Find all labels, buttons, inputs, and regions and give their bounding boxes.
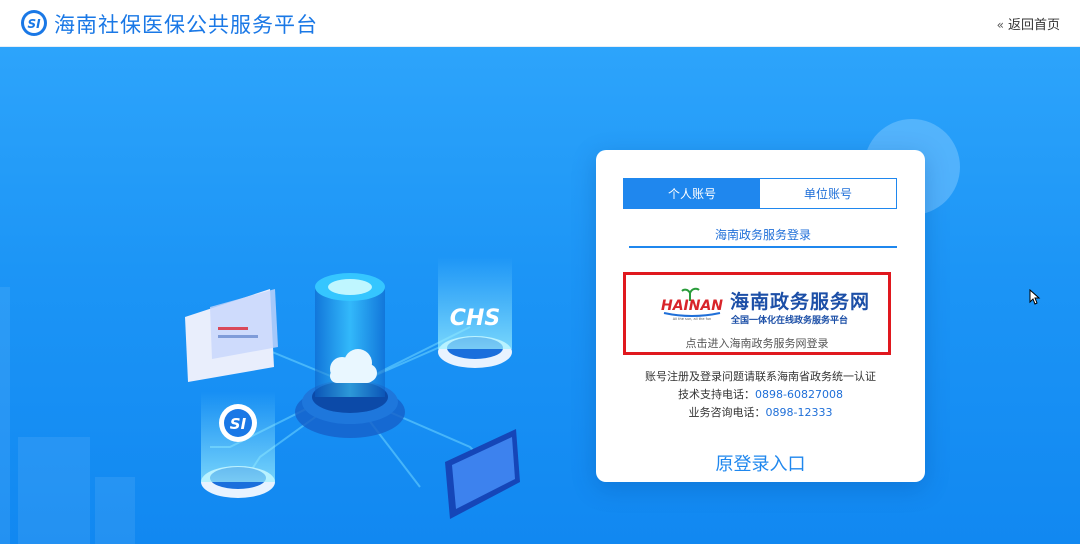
mouse-cursor-icon	[1029, 289, 1041, 305]
decorative-building	[95, 477, 135, 544]
gov-platform-subtitle: 全国一体化在线政务服务平台	[731, 316, 849, 326]
tab-organization-account[interactable]: 单位账号	[760, 179, 896, 208]
si-logo-icon: SI	[21, 10, 47, 36]
business-label: 业务咨询电话：	[688, 406, 766, 419]
decorative-building	[0, 287, 10, 544]
platform-illustration: CHS SI	[185, 257, 520, 519]
notice-text: 账号注册及登录问题请联系海南省政务统一认证	[645, 370, 876, 383]
gov-login-tab-label[interactable]: 海南政务服务登录	[629, 226, 897, 243]
original-login-link[interactable]: 原登录入口	[596, 450, 925, 476]
business-line: 业务咨询电话：0898-12333	[596, 404, 925, 422]
hero-banner: CHS SI 个人账号 单位账号 海南政务服务登录 HAINAN All the…	[0, 47, 1080, 544]
hainan-logo-text: HAINAN	[661, 298, 723, 314]
tab-personal-account[interactable]: 个人账号	[624, 179, 760, 208]
hainan-gov-login-button[interactable]: HAINAN All the sun, all the fun 海南政务服务网 …	[623, 272, 891, 355]
back-home-link[interactable]: «返回首页	[997, 14, 1060, 33]
gov-platform-name: 海南政务服务网	[730, 291, 871, 313]
top-header: SI 海南社保医保公共服务平台 «返回首页	[0, 0, 1080, 47]
contact-notice: 账号注册及登录问题请联系海南省政务统一认证 技术支持电话：0898-608270…	[596, 368, 925, 422]
tech-support-line: 技术支持电话：0898-60827008	[596, 386, 925, 404]
back-home-label: 返回首页	[1007, 18, 1060, 33]
decorative-building	[18, 437, 90, 544]
business-phone: 0898-12333	[765, 406, 833, 419]
gov-login-link-text: 点击进入海南政务服务网登录	[685, 337, 829, 350]
account-type-tabs: 个人账号 单位账号	[623, 178, 897, 209]
svg-text:SI: SI	[27, 17, 41, 31]
site-title: 海南社保医保公共服务平台	[54, 13, 318, 37]
tech-support-phone: 0898-60827008	[755, 388, 843, 401]
login-card: 个人账号 单位账号 海南政务服务登录 HAINAN All the sun, a…	[596, 150, 925, 482]
si-label: SI	[230, 415, 247, 433]
gov-login-underline	[629, 246, 897, 248]
hainan-logo-icon: HAINAN All the sun, all the fun	[661, 287, 723, 321]
tech-support-label: 技术支持电话：	[678, 388, 756, 401]
hainan-logo-slogan: All the sun, all the fun	[673, 317, 712, 321]
chs-label: CHS	[450, 306, 500, 331]
double-chevron-left-icon: «	[996, 18, 1004, 32]
